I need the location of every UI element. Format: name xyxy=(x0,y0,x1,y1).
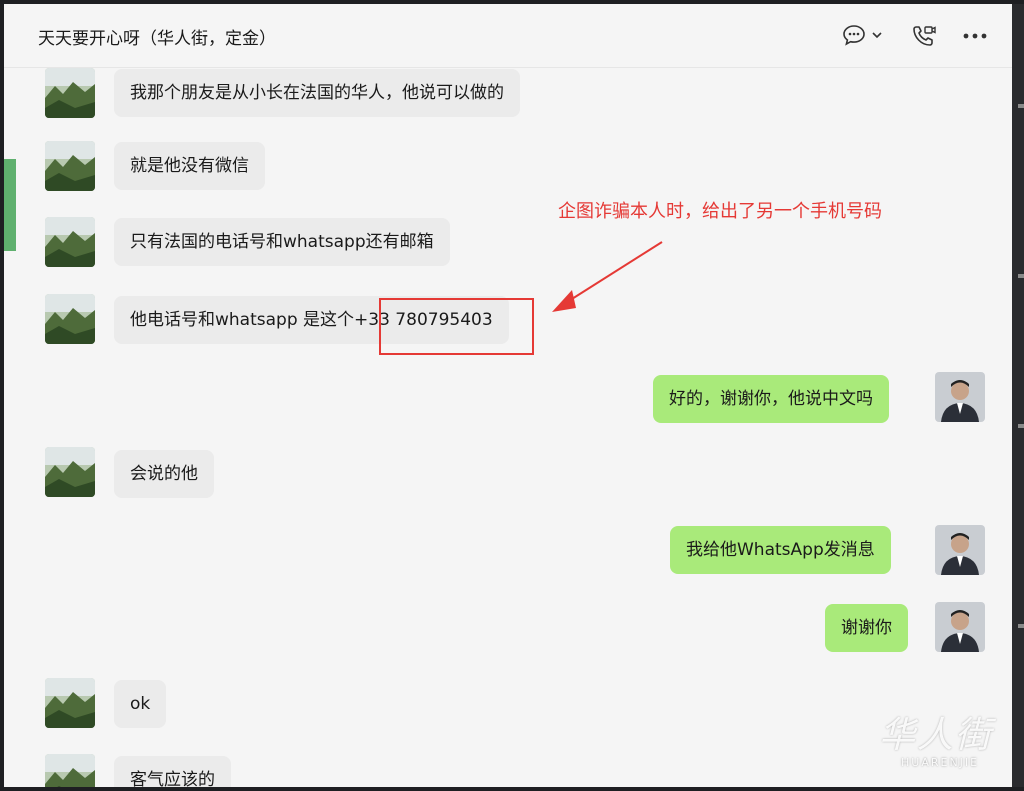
contact-avatar[interactable] xyxy=(45,754,95,787)
user-avatar[interactable] xyxy=(935,525,985,575)
message-bubble-outgoing[interactable]: 我给他WhatsApp发消息 xyxy=(670,526,891,574)
message-text: 谢谢你 xyxy=(841,618,892,638)
contact-avatar[interactable] xyxy=(45,447,95,497)
message-text: 会说的他 xyxy=(130,464,198,484)
message-text: ok xyxy=(130,694,151,714)
contact-avatar[interactable] xyxy=(45,294,95,344)
chat-title: 天天要开心呀（华人街，定金） xyxy=(38,29,276,49)
phone-video-icon xyxy=(913,26,936,46)
chat-header: 天天要开心呀（华人街，定金） xyxy=(4,4,1016,68)
window-edge-strip xyxy=(1012,4,1024,787)
contact-avatar[interactable] xyxy=(45,68,95,118)
more-button[interactable] xyxy=(962,32,988,40)
contact-avatar[interactable] xyxy=(45,141,95,191)
contact-avatar[interactable] xyxy=(45,678,95,728)
message-bubble-incoming[interactable]: 客气应该的 xyxy=(114,756,231,787)
sidebar-accent-bar xyxy=(4,159,16,251)
contact-avatar[interactable] xyxy=(45,217,95,267)
message-bubble-incoming[interactable]: 会说的他 xyxy=(114,450,214,498)
message-bubble-incoming[interactable]: 只有法国的电话号和whatsapp还有邮箱 xyxy=(114,218,450,266)
highlight-box xyxy=(379,298,534,355)
watermark-en: HUARENJIE xyxy=(901,756,980,769)
chat-bubble-icon xyxy=(843,25,865,46)
message-text: 我给他WhatsApp发消息 xyxy=(686,540,875,560)
message-text: 客气应该的 xyxy=(130,770,215,787)
message-bubble-outgoing[interactable]: 好的，谢谢你，他说中文吗 xyxy=(653,375,889,423)
user-avatar[interactable] xyxy=(935,372,985,422)
message-text: 只有法国的电话号和whatsapp还有邮箱 xyxy=(130,232,434,252)
annotation-arrow-icon xyxy=(552,241,663,312)
edge-tick xyxy=(1018,424,1024,428)
watermark: 华人街 HUARENJIE xyxy=(879,716,1016,786)
message-bubble-outgoing[interactable]: 谢谢你 xyxy=(825,604,908,652)
annotation-text: 企图诈骗本人时，给出了另一个手机号码 xyxy=(558,201,882,222)
message-text: 我那个朋友是从小长在法国的华人，他说可以做的 xyxy=(130,83,504,103)
user-avatar[interactable] xyxy=(935,602,985,652)
edge-tick xyxy=(1018,274,1024,278)
message-bubble-incoming[interactable]: 我那个朋友是从小长在法国的华人，他说可以做的 xyxy=(114,69,520,117)
chat-window: 天天要开心呀（华人街，定金） 我那个朋友是从小长在法国的华人，他说可以做的 就是… xyxy=(4,4,1016,787)
edge-tick xyxy=(1018,104,1024,108)
message-bubble-incoming[interactable]: ok xyxy=(114,680,167,728)
message-text: 好的，谢谢你，他说中文吗 xyxy=(669,389,873,409)
message-text: 他电话号和whatsapp 是这个 xyxy=(130,310,355,330)
chat-options-button[interactable] xyxy=(842,24,884,46)
watermark-cn: 华人街 xyxy=(879,715,994,756)
chevron-down-icon xyxy=(872,32,882,39)
call-button[interactable] xyxy=(911,24,937,48)
more-icon xyxy=(963,33,987,39)
message-bubble-incoming[interactable]: 就是他没有微信 xyxy=(114,142,265,190)
message-text: 就是他没有微信 xyxy=(130,156,249,176)
edge-tick xyxy=(1018,624,1024,628)
